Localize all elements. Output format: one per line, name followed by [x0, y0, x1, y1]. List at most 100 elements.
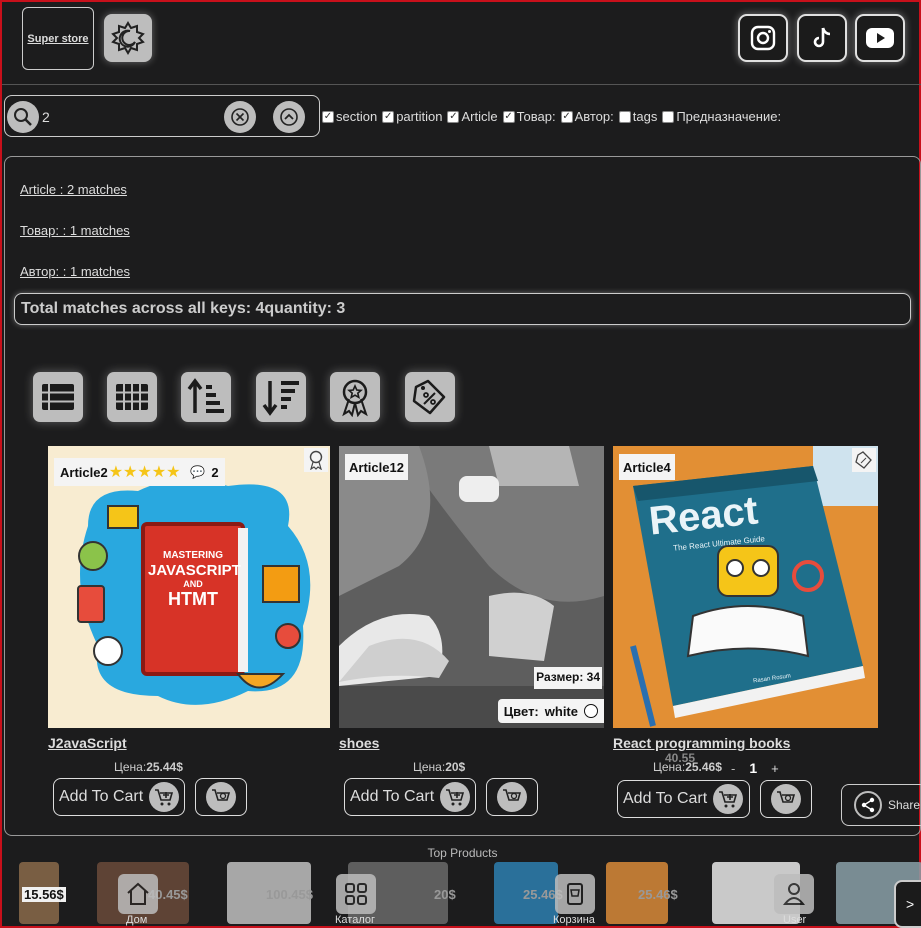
quick-view-button-2[interactable]: [486, 778, 538, 816]
book-cover-line-4: HTMT: [168, 589, 218, 610]
product-card-2-image[interactable]: Article12 Размер: 34 Цвет: white: [339, 446, 604, 728]
checkbox-checked-icon[interactable]: ✓: [382, 110, 395, 123]
product-title-3[interactable]: React programming books: [613, 735, 790, 751]
store-logo-box[interactable]: Super store: [22, 7, 94, 70]
quantity-stepper: - 1 +: [731, 760, 779, 776]
clear-search-button[interactable]: [224, 101, 256, 133]
user-icon: [782, 883, 806, 905]
product-title-1[interactable]: J2avaScript: [48, 735, 127, 751]
filter-1[interactable]: ✓ partition: [382, 109, 442, 124]
add-to-cart-button-3[interactable]: Add To Cart: [617, 780, 750, 818]
filter-0[interactable]: ✓ section: [322, 109, 377, 124]
filter-4[interactable]: ✓ Автор:: [560, 109, 614, 124]
nav-cart-label: Корзина: [553, 914, 595, 926]
product-card-1-image[interactable]: MASTERING JAVASCRIPT AND HTMT Article2 ★…: [48, 446, 330, 728]
card-badge-label: Article12: [349, 459, 404, 475]
quick-view-button-1[interactable]: [195, 778, 247, 816]
checkbox-checked-icon[interactable]: ✓: [447, 110, 460, 123]
checkbox-checked-icon[interactable]: ✓: [322, 110, 334, 123]
collapse-search-button[interactable]: [273, 101, 305, 133]
checkbox-checked-icon[interactable]: ✓: [560, 110, 573, 123]
nav-home-label: Дом: [126, 914, 148, 926]
nav-home-button[interactable]: [118, 874, 158, 914]
total-matches-text: Total matches across all keys: 4quantity…: [21, 300, 346, 317]
color-radio[interactable]: [584, 704, 598, 718]
chevron-up-icon: [280, 108, 298, 126]
book-cover-line-1: MASTERING: [163, 550, 223, 561]
search-button[interactable]: [7, 101, 39, 133]
cart-icon: [567, 883, 583, 905]
top-price-6: 25.46$: [638, 887, 678, 902]
add-to-cart-button-1[interactable]: Add To Cart: [53, 778, 185, 816]
result-line-tovar[interactable]: Товар: : 1 matches: [20, 223, 130, 238]
filter-6[interactable]: Предназначение:: [662, 109, 781, 124]
award-badge-icon: [304, 448, 328, 472]
store-link[interactable]: Super store: [27, 33, 88, 45]
list-view-button[interactable]: [33, 372, 83, 422]
add-to-cart-button-2[interactable]: Add To Cart: [344, 778, 476, 816]
discount-filter-button[interactable]: [405, 372, 455, 422]
quantity-decrease-button[interactable]: -: [731, 761, 735, 776]
youtube-icon: [866, 28, 894, 48]
close-icon: [231, 108, 249, 126]
color-option[interactable]: Цвет: white: [497, 699, 604, 723]
cart-plus-icon: [713, 784, 744, 814]
filter-5[interactable]: tags: [618, 109, 658, 124]
quick-view-button-3[interactable]: [760, 780, 812, 818]
checkbox-unchecked-icon[interactable]: [618, 110, 631, 123]
total-matches-box: Total matches across all keys: 4quantity…: [14, 293, 911, 325]
checkbox-unchecked-icon[interactable]: [662, 110, 675, 123]
home-icon: [127, 882, 149, 905]
share-icon: [854, 791, 882, 819]
catalog-grid-icon: [345, 883, 367, 905]
search-filters: ✓ section ✓ partition ✓ Article ✓ Товар: ✓ Автор:…: [322, 109, 786, 124]
share-label: Share: [888, 798, 921, 812]
nav-user-button[interactable]: [774, 874, 814, 914]
tiktok-button[interactable]: [797, 14, 847, 62]
filter-label: tags: [632, 109, 658, 124]
share-button[interactable]: Share: [841, 784, 921, 826]
product-price-1: Цена:25.44$: [114, 760, 183, 774]
top-price-1: 15.56$: [22, 887, 66, 902]
search-icon: [14, 108, 32, 126]
theme-sun-moon-icon: [111, 21, 145, 55]
header-divider: [2, 84, 921, 85]
filter-3[interactable]: ✓ Товар:: [502, 109, 556, 124]
filter-2[interactable]: ✓ Article: [447, 109, 498, 124]
product-card-3-image[interactable]: React The React Ultimate Guide Rasan Ros…: [613, 446, 878, 728]
sort-ascending-button[interactable]: [181, 372, 231, 422]
grid-view-icon: [116, 384, 148, 410]
card-badge-label: Article4: [623, 459, 671, 475]
filter-label: section: [336, 109, 378, 124]
card-badge-label: Article2: [60, 464, 108, 480]
result-line-avtor[interactable]: Автор: : 1 matches: [20, 264, 130, 279]
cart-search-icon: [206, 782, 236, 812]
add-to-cart-label: Add To Cart: [59, 788, 144, 805]
cart-search-icon: [771, 784, 801, 814]
grid-view-button[interactable]: [107, 372, 157, 422]
discount-badge-icon: [852, 448, 876, 472]
cart-plus-icon: [149, 782, 180, 812]
instagram-button[interactable]: [738, 14, 788, 62]
nav-cart-button[interactable]: [555, 874, 595, 914]
cart-plus-icon: [440, 782, 471, 812]
cart-search-icon: [497, 782, 527, 812]
comment-icon: 💬: [190, 465, 206, 479]
youtube-button[interactable]: [855, 14, 905, 62]
quantity-increase-button[interactable]: +: [771, 761, 779, 776]
award-filter-button[interactable]: [330, 372, 380, 422]
filter-label: Товар:: [516, 109, 556, 124]
award-icon: [342, 379, 368, 417]
search-input[interactable]: [42, 105, 212, 129]
checkbox-checked-icon[interactable]: ✓: [502, 110, 515, 123]
product-price-3: Цена:25.46$: [653, 760, 722, 774]
card-badge: Article2 ★★★★★ 💬 2: [54, 458, 225, 486]
carousel-next-button[interactable]: >: [894, 880, 921, 928]
nav-catalog-button[interactable]: [336, 874, 376, 914]
theme-toggle-button[interactable]: [104, 14, 152, 62]
product-title-2[interactable]: shoes: [339, 735, 379, 751]
filter-label: Предназначение:: [676, 109, 782, 124]
result-line-article[interactable]: Article : 2 matches: [20, 182, 127, 197]
top-products-title: Top Products: [427, 846, 498, 860]
sort-descending-button[interactable]: [256, 372, 306, 422]
